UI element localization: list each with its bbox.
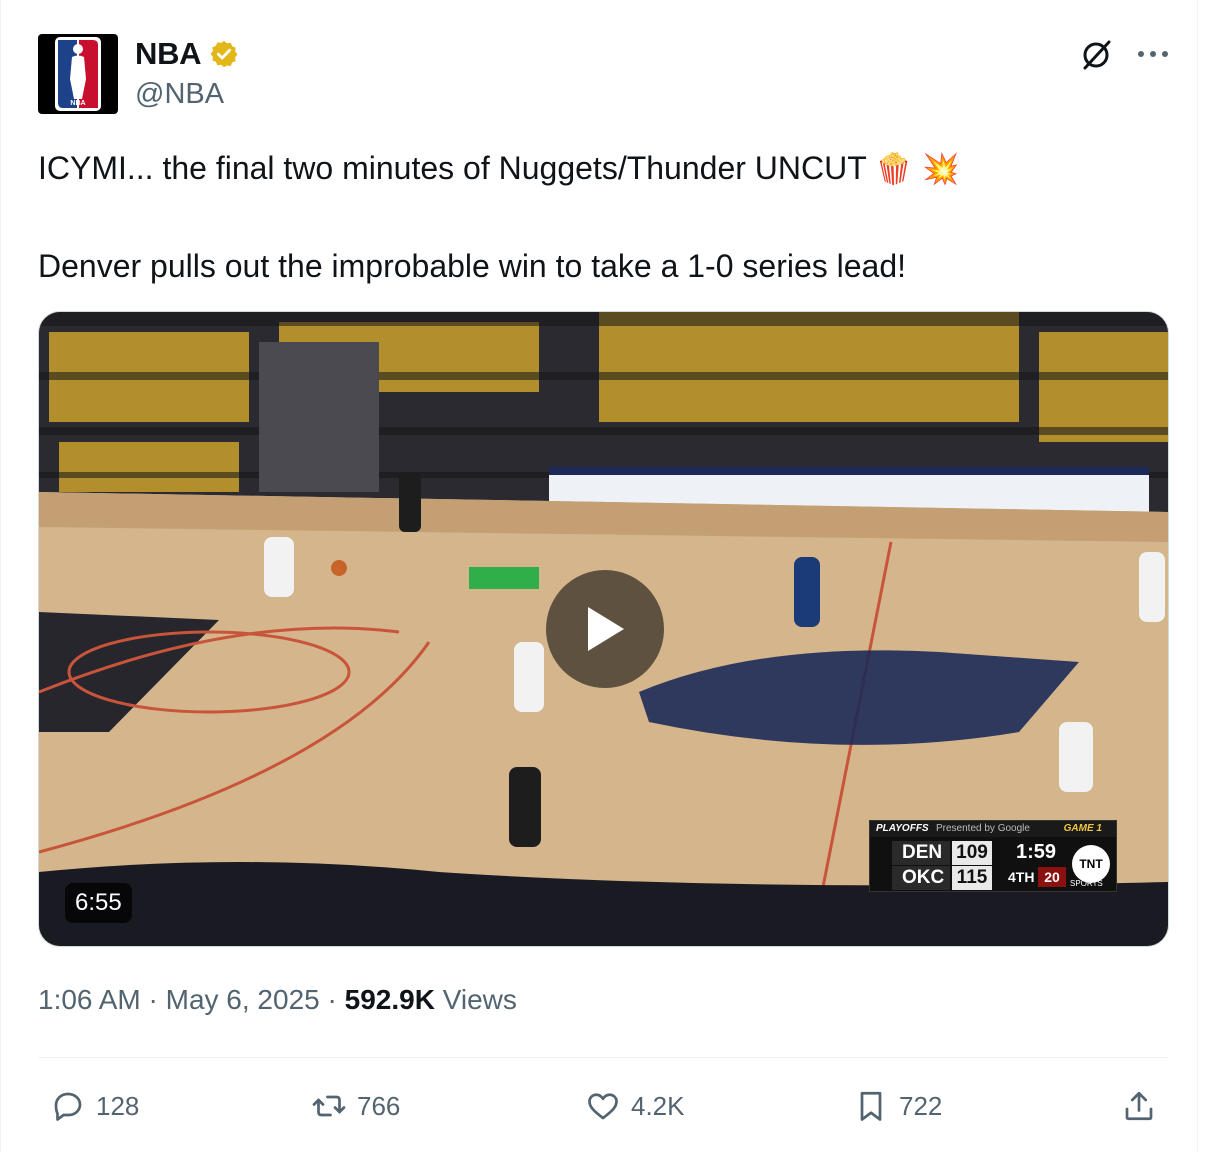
views-count: 592.9K: [344, 984, 435, 1015]
like-button[interactable]: 4.2K: [585, 1086, 685, 1126]
scorebug-period: 4TH: [1008, 869, 1035, 885]
scorebug-series: PLAYOFFS: [876, 823, 929, 834]
play-button[interactable]: [546, 570, 664, 688]
repost-count: 766: [357, 1090, 401, 1121]
tweet-date[interactable]: May 6, 2025: [166, 984, 320, 1015]
views-label: Views: [442, 984, 517, 1015]
scorebug-row-okc: OKC 115: [892, 866, 996, 890]
scorebug-team2-score: 115: [952, 866, 992, 890]
share-icon: [1125, 1091, 1153, 1121]
avatar[interactable]: NBA: [38, 34, 118, 114]
heart-icon: [588, 1093, 618, 1120]
bookmark-button[interactable]: 722: [853, 1086, 942, 1126]
reply-count: 128: [96, 1090, 140, 1121]
tweet-line-1: ICYMI... the final two minutes of Nugget…: [38, 150, 867, 186]
emoji-popcorn-boom: 🍿 💥: [875, 152, 960, 187]
tweet-card: NBA NBA @NBA ICYMI... the final two minu…: [0, 0, 1198, 1152]
scorebug: PLAYOFFS Presented by Google GAME 1 DEN …: [869, 820, 1117, 892]
scorebug-game: GAME 1: [1063, 823, 1102, 834]
bookmark-count: 722: [899, 1090, 943, 1121]
author-handle[interactable]: @NBA: [135, 78, 224, 111]
scorebug-shot-clock: 20: [1038, 867, 1066, 887]
author-name[interactable]: NBA: [135, 36, 202, 72]
tnt-logo: TNT: [1072, 845, 1110, 883]
scorebug-team1: DEN: [892, 841, 950, 865]
tweet-meta: 1:06 AM · May 6, 2025 · 592.9K Views: [38, 984, 517, 1016]
divider: [38, 1057, 1169, 1058]
verified-badge-icon[interactable]: [209, 39, 239, 69]
repost-icon: [312, 1095, 346, 1117]
svg-text:NBA: NBA: [70, 100, 85, 107]
video-duration: 6:55: [65, 883, 132, 923]
more-icon[interactable]: [1135, 42, 1171, 66]
meta-separator: ·: [327, 984, 337, 1015]
repost-button[interactable]: 766: [311, 1086, 400, 1126]
scorebug-team1-score: 109: [952, 841, 992, 865]
grok-icon[interactable]: [1079, 38, 1113, 72]
tweet-text: ICYMI... the final two minutes of Nugget…: [38, 144, 1168, 290]
video-player[interactable]: 6:55 PLAYOFFS Presented by Google GAME 1…: [38, 311, 1169, 947]
share-button[interactable]: [1121, 1086, 1167, 1126]
scorebug-sponsor: Presented by Google: [936, 823, 1030, 834]
nba-logo-icon: NBA: [55, 37, 101, 111]
bookmark-icon: [860, 1091, 882, 1121]
tweet-time[interactable]: 1:06 AM: [38, 984, 141, 1015]
tweet-line-2: Denver pulls out the improbable win to t…: [38, 248, 907, 284]
scorebug-team2: OKC: [892, 866, 950, 890]
scorebug-clock: 1:59: [1016, 841, 1057, 863]
play-icon: [588, 607, 624, 651]
scorebug-row-den: DEN 109: [892, 841, 996, 865]
tnt-logo-sub: SPORTS: [1070, 879, 1103, 888]
meta-separator: ·: [148, 984, 158, 1015]
reply-icon: [54, 1092, 82, 1121]
reply-button[interactable]: 128: [50, 1086, 139, 1126]
like-count: 4.2K: [631, 1090, 685, 1121]
